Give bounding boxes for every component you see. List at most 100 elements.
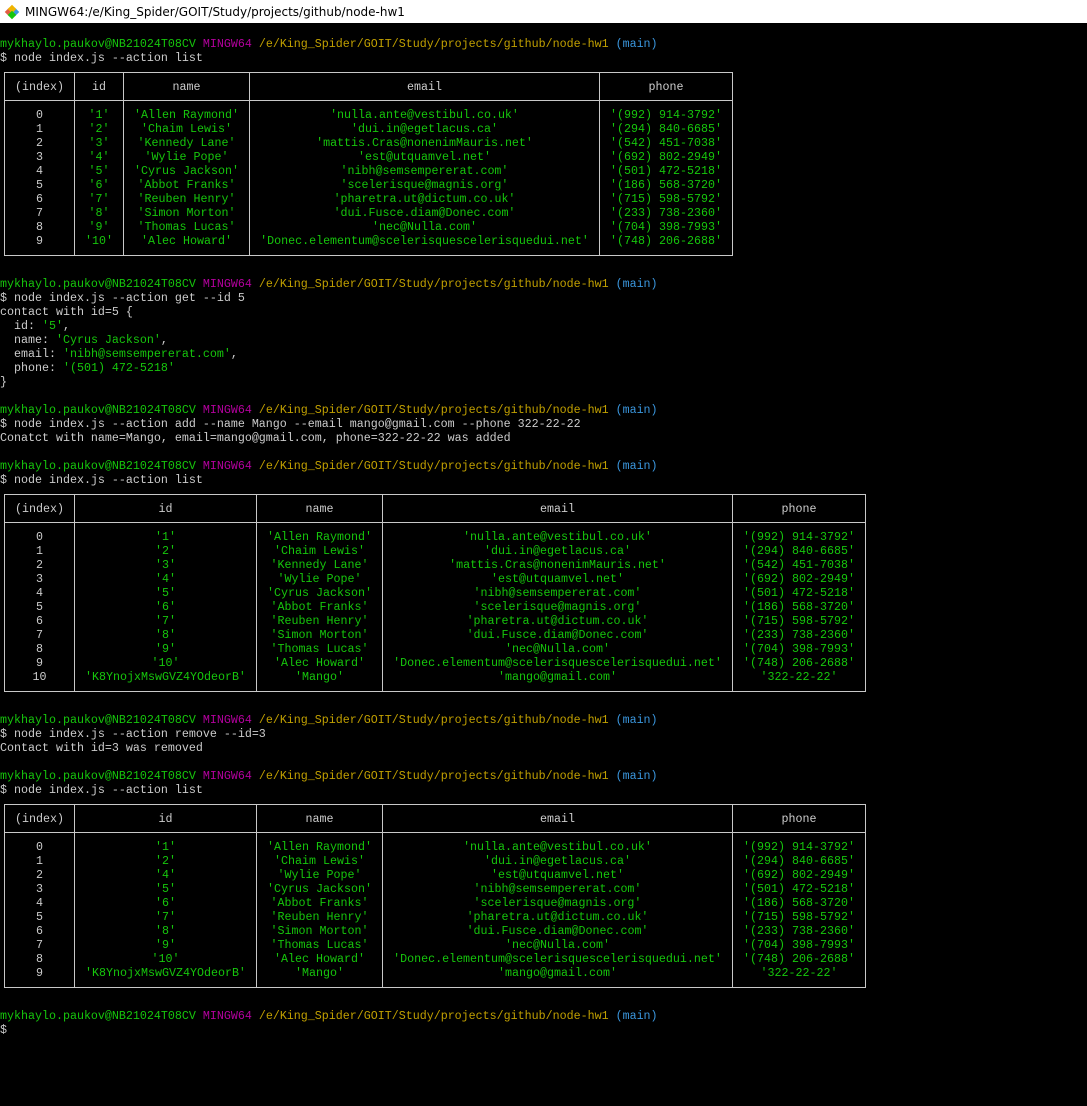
prompt-path: /e/King_Spider/GOIT/Study/projects/githu… bbox=[258, 769, 609, 783]
row-index: 5 bbox=[4, 600, 75, 614]
row-index: 5 bbox=[4, 910, 75, 924]
output-line: $ node index.js --action remove --id=3 bbox=[0, 727, 1087, 741]
table-cell: '2' bbox=[74, 854, 257, 868]
table-cell: '6' bbox=[74, 896, 257, 910]
column-header: phone bbox=[732, 494, 866, 523]
table-cell: 'Mango' bbox=[256, 966, 383, 988]
console-table: (index) id name email phone 0'1' 'Allen Raymon… bbox=[4, 804, 866, 988]
table-row: 5'6' 'Abbot Franks''scelerisque@magnis.or… bbox=[4, 600, 866, 614]
table-cell: 'Cyrus Jackson' bbox=[256, 882, 383, 896]
table-cell: 'Reuben Henry' bbox=[123, 192, 250, 206]
table-cell: 'K8YnojxMswGVZ4YOdeorB' bbox=[74, 966, 257, 988]
table-row: 6'7' 'Reuben Henry''pharetra.ut@dictum.co… bbox=[4, 192, 733, 206]
prompt-branch: (main) bbox=[615, 459, 658, 473]
table-row: 8'10' 'Alec Howard' 'Donec.elementum@scele… bbox=[4, 952, 866, 966]
row-index: 4 bbox=[4, 896, 75, 910]
table-cell: '5' bbox=[74, 164, 124, 178]
table-cell: 'est@utquamvel.net' bbox=[382, 868, 733, 882]
output-line: $ bbox=[0, 1023, 1087, 1037]
row-index: 7 bbox=[4, 206, 75, 220]
row-index: 0 bbox=[4, 100, 75, 122]
table-cell: '(715) 598-5792' bbox=[732, 614, 866, 628]
table-row: 5'7' 'Reuben Henry''pharetra.ut@dictum.co… bbox=[4, 910, 866, 924]
table-cell: 'Abbot Franks' bbox=[123, 178, 250, 192]
prompt-path: /e/King_Spider/GOIT/Study/projects/githu… bbox=[258, 1009, 609, 1023]
table-cell: 'Alec Howard' bbox=[256, 656, 383, 670]
text: $ node index.js --action list bbox=[0, 783, 203, 797]
text: name: bbox=[0, 333, 56, 347]
table-cell: 'Allen Raymond' bbox=[123, 100, 250, 122]
table-cell: '(233) 738-2360' bbox=[732, 924, 866, 938]
prompt-host: MINGW64 bbox=[202, 1009, 252, 1023]
output-line: phone: '(501) 472-5218' bbox=[0, 361, 1087, 375]
column-header: email bbox=[249, 72, 600, 101]
table-cell: '(992) 914-3792' bbox=[599, 100, 733, 122]
table-cell: '(501) 472-5218' bbox=[732, 882, 866, 896]
table-cell: 'dui.in@egetlacus.ca' bbox=[382, 544, 733, 558]
output-line: Contact with id=3 was removed bbox=[0, 741, 1087, 755]
text: $ node index.js --action list bbox=[0, 473, 203, 487]
table-cell: '10' bbox=[74, 234, 124, 256]
table-cell: 'Cyrus Jackson' bbox=[256, 586, 383, 600]
prompt-user: mykhaylo.paukov@NB21024T08CV bbox=[0, 403, 196, 417]
prompt-host: MINGW64 bbox=[202, 403, 252, 417]
table-cell: '10' bbox=[74, 952, 257, 966]
output-line: $ node index.js --action list bbox=[0, 473, 1087, 487]
prompt-branch: (main) bbox=[615, 403, 658, 417]
table-cell: '(704) 398-7993' bbox=[732, 642, 866, 656]
row-index: 4 bbox=[4, 164, 75, 178]
table-cell: 'est@utquamvel.net' bbox=[249, 150, 600, 164]
table-cell: 'Donec.elementum@scelerisquescelerisqued… bbox=[382, 952, 733, 966]
text: Contact with id=3 was removed bbox=[0, 741, 203, 755]
table-cell: 'Mango' bbox=[256, 670, 383, 692]
table-cell: 'Allen Raymond' bbox=[256, 522, 383, 544]
window-titlebar[interactable]: MINGW64:/e/King_Spider/GOIT/Study/projec… bbox=[0, 0, 1087, 23]
row-index: 7 bbox=[4, 938, 75, 952]
output-line: $ node index.js --action get --id 5 bbox=[0, 291, 1087, 305]
table-cell: 'Donec.elementum@scelerisquescelerisqued… bbox=[249, 234, 600, 256]
table-row: 4'5' 'Cyrus Jackson''nibh@semsempererat.c… bbox=[4, 586, 866, 600]
column-header: phone bbox=[732, 804, 866, 833]
table-cell: '(294) 840-6685' bbox=[732, 544, 866, 558]
table-cell: '(186) 568-3720' bbox=[599, 178, 733, 192]
table-cell: '2' bbox=[74, 122, 124, 136]
text: } bbox=[0, 375, 7, 389]
prompt-host: MINGW64 bbox=[202, 769, 252, 783]
table-row: 9 'K8YnojxMswGVZ4YOdeorB' 'Mango''mango@gm… bbox=[4, 966, 866, 988]
table-cell: 'dui.in@egetlacus.ca' bbox=[249, 122, 600, 136]
table-cell: 'Abbot Franks' bbox=[256, 600, 383, 614]
table-cell: 'Allen Raymond' bbox=[256, 832, 383, 854]
table-cell: 'nec@Nulla.com' bbox=[382, 938, 733, 952]
value-text: 'nibh@semsempererat.com' bbox=[62, 347, 231, 361]
table-cell: '(704) 398-7993' bbox=[732, 938, 866, 952]
prompt-user: mykhaylo.paukov@NB21024T08CV bbox=[0, 769, 196, 783]
column-header: name bbox=[256, 804, 383, 833]
terminal-output[interactable]: mykhaylo.paukov@NB21024T08CV MINGW64 /e/… bbox=[0, 23, 1087, 1106]
column-header: phone bbox=[599, 72, 733, 101]
text: $ node index.js --action remove --id=3 bbox=[0, 727, 266, 741]
output-line: $ node index.js --action add --name Mang… bbox=[0, 417, 1087, 431]
text: $ node index.js --action list bbox=[0, 51, 203, 65]
row-index: 2 bbox=[4, 558, 75, 572]
table-cell: 'mattis.Cras@nonenimMauris.net' bbox=[382, 558, 733, 572]
prompt-path: /e/King_Spider/GOIT/Study/projects/githu… bbox=[258, 459, 609, 473]
table-row: 5'6' 'Abbot Franks''scelerisque@magnis.or… bbox=[4, 178, 733, 192]
table-cell: '(692) 802-2949' bbox=[599, 150, 733, 164]
table-cell: '(501) 472-5218' bbox=[732, 586, 866, 600]
prompt-line: mykhaylo.paukov@NB21024T08CV MINGW64 /e/… bbox=[0, 277, 1087, 291]
row-index: 5 bbox=[4, 178, 75, 192]
output-line: $ node index.js --action list bbox=[0, 783, 1087, 797]
prompt-line: mykhaylo.paukov@NB21024T08CV MINGW64 /e/… bbox=[0, 1009, 1087, 1023]
table-cell: 'est@utquamvel.net' bbox=[382, 572, 733, 586]
table-cell: '8' bbox=[74, 628, 257, 642]
table-row: 1'2' 'Chaim Lewis''dui.in@egetlacus.ca' '(… bbox=[4, 544, 866, 558]
table-cell: '322-22-22' bbox=[732, 670, 866, 692]
prompt-line: mykhaylo.paukov@NB21024T08CV MINGW64 /e/… bbox=[0, 713, 1087, 727]
row-index: 1 bbox=[4, 122, 75, 136]
table-row: 9'10' 'Alec Howard' 'Donec.elementum@scele… bbox=[4, 656, 866, 670]
table-cell: '322-22-22' bbox=[732, 966, 866, 988]
row-index: 10 bbox=[4, 670, 75, 692]
table-row: 4'5' 'Cyrus Jackson''nibh@semsempererat.c… bbox=[4, 164, 733, 178]
